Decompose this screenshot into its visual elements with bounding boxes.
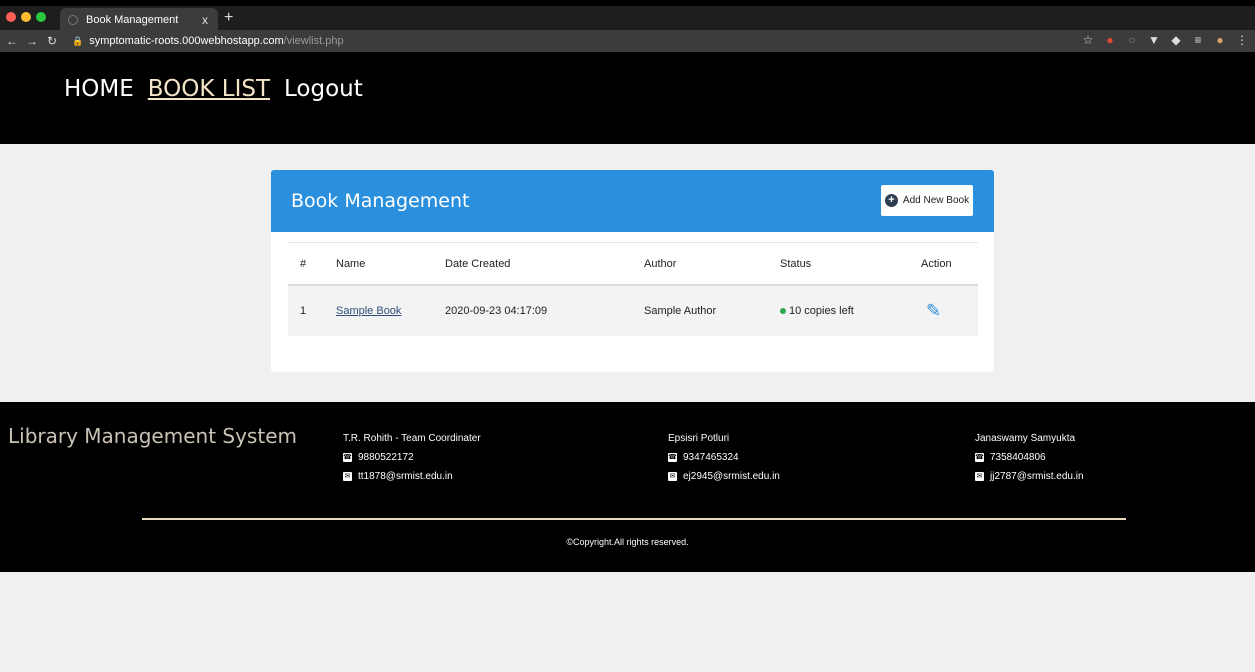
minimize-window-button[interactable] — [21, 12, 31, 22]
member-phone: 9347465324 — [683, 452, 739, 463]
close-window-button[interactable] — [6, 12, 16, 22]
team-member: Janaswamy Samyukta ☎ 7358404806 ✉ jj2787@s… — [975, 429, 1084, 486]
globe-icon — [68, 15, 78, 25]
member-name: Janaswamy Samyukta — [975, 433, 1076, 444]
envelope-icon: ✉ — [975, 472, 984, 481]
member-name: Epsisri Potluri — [668, 433, 730, 444]
plus-circle-icon: + — [884, 194, 898, 207]
shield-icon[interactable]: ▼ — [1147, 33, 1161, 47]
column-header-author: Author — [644, 257, 677, 270]
member-email[interactable]: ej2945@srmist.edu.in — [683, 467, 780, 486]
site-footer: Library Management System T.R. Rohith - … — [0, 402, 1255, 572]
card-title: Book Management — [291, 190, 470, 212]
tab-close-button[interactable]: x — [202, 13, 208, 27]
tab-title: Book Management — [86, 14, 179, 26]
column-header-action: Action — [921, 257, 952, 270]
window-controls — [6, 12, 46, 22]
table-row: 1 Sample Book 2020-09-23 04:17:09 Sample… — [288, 286, 978, 336]
table-header: # Name Date Created Author Status Action — [288, 242, 978, 286]
phone-icon: ☎ — [668, 453, 677, 462]
footer-brand: Library Management System — [8, 424, 297, 448]
url-field[interactable]: 🔒 symptomatic-roots.000webhostapp.com /v… — [72, 35, 344, 47]
status-dot-icon — [780, 308, 786, 315]
member-email[interactable]: jj2787@srmist.edu.in — [990, 467, 1084, 486]
maximize-window-button[interactable] — [36, 12, 46, 22]
address-bar: ← → ↻ 🔒 symptomatic-roots.000webhostapp.… — [0, 30, 1255, 52]
book-management-card: Book Management + Add New Book # Name Da… — [271, 170, 994, 372]
team-member: T.R. Rohith - Team Coordinater ☎ 98805221… — [343, 429, 481, 486]
envelope-icon: ✉ — [668, 472, 677, 481]
extension-icon[interactable]: ○ — [1125, 33, 1139, 47]
star-icon[interactable]: ☆ — [1081, 33, 1095, 47]
main-content: Book Management + Add New Book # Name Da… — [0, 144, 1255, 402]
member-phone: 7358404806 — [990, 452, 1046, 463]
extensions-area: ☆ ● ○ ▼ ◆ ≡ ● ⋮ — [1081, 33, 1249, 47]
row-author: Sample Author — [644, 305, 717, 317]
row-number: 1 — [300, 305, 307, 317]
back-arrow-icon[interactable]: ← — [4, 34, 20, 48]
book-table: # Name Date Created Author Status Action… — [288, 242, 978, 336]
row-date-created: 2020-09-23 04:17:09 — [445, 305, 548, 317]
lock-icon: 🔒 — [72, 35, 84, 46]
card-header: Book Management + Add New Book — [271, 170, 994, 232]
footer-divider — [142, 518, 1126, 520]
nav-logout[interactable]: Logout — [284, 76, 363, 102]
puzzle-icon[interactable]: ◆ — [1169, 33, 1183, 47]
member-phone: 9880522172 — [358, 452, 414, 463]
browser-tab[interactable]: Book Management x — [60, 8, 218, 32]
status-text: 10 copies left — [789, 305, 854, 317]
menu-icon[interactable]: ⋮ — [1235, 33, 1249, 47]
nav-book-list[interactable]: BOOK LIST — [148, 76, 270, 102]
extension-icon[interactable]: ● — [1103, 33, 1117, 47]
phone-icon: ☎ — [975, 453, 984, 462]
url-path: /viewlist.php — [283, 35, 344, 47]
browser-tab-bar: Book Management x + — [0, 0, 1255, 32]
reload-icon[interactable]: ↻ — [44, 34, 60, 48]
envelope-icon: ✉ — [343, 472, 352, 481]
phone-icon: ☎ — [343, 453, 352, 462]
nav-home[interactable]: HOME — [64, 76, 134, 102]
add-new-book-button[interactable]: + Add New Book — [881, 185, 973, 216]
avatar[interactable]: ● — [1213, 33, 1227, 47]
edit-pencil-icon[interactable]: ✎ — [926, 301, 941, 322]
book-name-link[interactable]: Sample Book — [336, 305, 401, 317]
column-header-date: Date Created — [445, 257, 511, 270]
forward-arrow-icon[interactable]: → — [24, 34, 40, 48]
status-badge: 10 copies left — [780, 305, 854, 317]
add-new-book-label: Add New Book — [902, 195, 970, 206]
column-header-status: Status — [780, 257, 812, 270]
column-header-name: Name — [336, 257, 366, 270]
team-member: Epsisri Potluri ☎ 9347465324 ✉ ej2945@srmi… — [668, 429, 780, 486]
site-header: HOME BOOK LIST Logout — [0, 52, 1255, 144]
main-nav: HOME BOOK LIST Logout — [64, 76, 363, 102]
reading-list-icon[interactable]: ≡ — [1191, 33, 1205, 47]
member-name: T.R. Rohith - Team Coordinater — [343, 433, 481, 444]
column-header-number: # — [300, 257, 307, 270]
copyright-text: ©Copyright.All rights reserved. — [566, 537, 689, 547]
member-email[interactable]: tt1878@srmist.edu.in — [358, 467, 453, 486]
url-host: symptomatic-roots.000webhostapp.com — [89, 35, 284, 47]
new-tab-button[interactable]: + — [224, 9, 233, 27]
